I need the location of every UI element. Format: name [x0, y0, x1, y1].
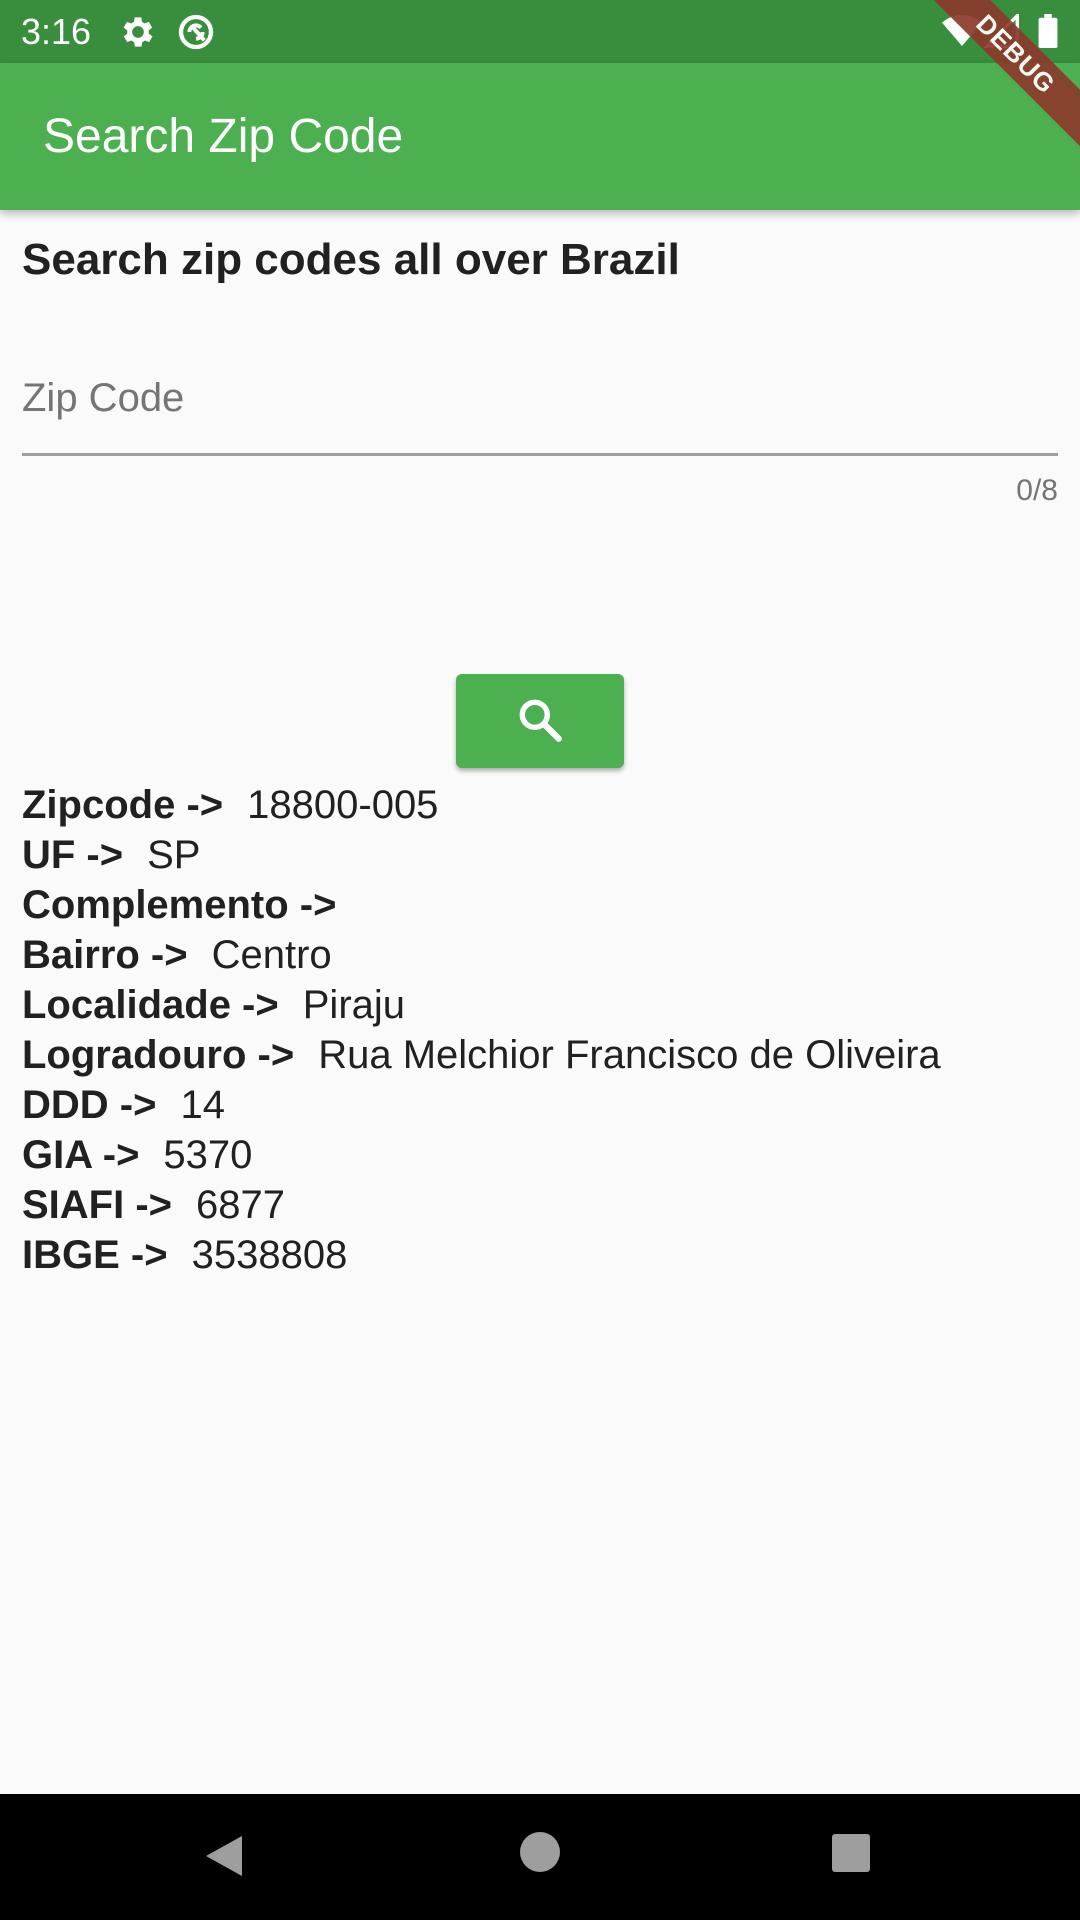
- gear-icon: [118, 12, 158, 52]
- result-value: Centro: [211, 933, 332, 977]
- app-bar-title: Search Zip Code: [43, 110, 404, 163]
- result-value: Rua Melchior Francisco de Oliveira: [318, 1033, 941, 1077]
- result-row-complemento: Complemento ->: [22, 880, 1058, 930]
- result-label: Bairro ->: [22, 933, 188, 977]
- result-row-uf: UF -> SP: [22, 830, 1058, 880]
- result-label: IBGE ->: [22, 1233, 168, 1277]
- result-label: DDD ->: [22, 1083, 157, 1127]
- result-row-siafi: SIAFI -> 6877: [22, 1180, 1058, 1230]
- result-value: 3538808: [191, 1233, 348, 1277]
- app-bar: Search Zip Code: [0, 63, 1080, 210]
- result-row-zipcode: Zipcode -> 18800-005: [22, 780, 1058, 830]
- result-value: 6877: [196, 1183, 286, 1227]
- result-row-localidade: Localidade -> Piraju: [22, 980, 1058, 1030]
- result-label: Zipcode ->: [22, 783, 224, 827]
- result-label: GIA ->: [22, 1133, 140, 1177]
- search-button[interactable]: [456, 674, 624, 768]
- result-label: UF ->: [22, 833, 124, 877]
- result-row-logradouro: Logradouro -> Rua Melchior Francisco de O…: [22, 1030, 1058, 1080]
- recent-apps-icon[interactable]: [832, 1834, 870, 1872]
- result-label: Localidade ->: [22, 983, 279, 1027]
- result-label: Complemento ->: [22, 883, 337, 927]
- home-icon[interactable]: [520, 1832, 560, 1872]
- result-value: Piraju: [302, 983, 406, 1027]
- character-counter: 0/8: [1016, 474, 1058, 507]
- search-icon: [515, 695, 565, 748]
- zip-code-input[interactable]: [22, 344, 1058, 456]
- result-value: 14: [180, 1083, 225, 1127]
- result-value: 5370: [163, 1133, 253, 1177]
- result-row-ddd: DDD -> 14: [22, 1080, 1058, 1130]
- back-icon[interactable]: [204, 1834, 244, 1883]
- result-row-ibge: IBGE -> 3538808: [22, 1230, 1058, 1280]
- status-bar: 3:16: [0, 0, 1080, 63]
- battery-icon: [1038, 14, 1058, 48]
- page-heading: Search zip codes all over Brazil: [22, 235, 680, 284]
- result-value: 18800-005: [247, 783, 439, 827]
- system-nav-bar: [0, 1794, 1080, 1920]
- result-label: SIAFI ->: [22, 1183, 173, 1227]
- status-time: 3:16: [21, 11, 92, 52]
- result-row-gia: GIA -> 5370: [22, 1130, 1058, 1180]
- sync-icon: [176, 12, 216, 52]
- result-row-bairro: Bairro -> Centro: [22, 930, 1058, 980]
- zip-code-field-container: 0/8: [22, 344, 1058, 768]
- results-list: Zipcode -> 18800-005 UF -> SP Complemento …: [22, 780, 1058, 1280]
- app-screen: 3:16 DEBUG Search Zip Code Search zip co…: [0, 0, 1080, 1920]
- result-value: SP: [147, 833, 201, 877]
- result-label: Logradouro ->: [22, 1033, 295, 1077]
